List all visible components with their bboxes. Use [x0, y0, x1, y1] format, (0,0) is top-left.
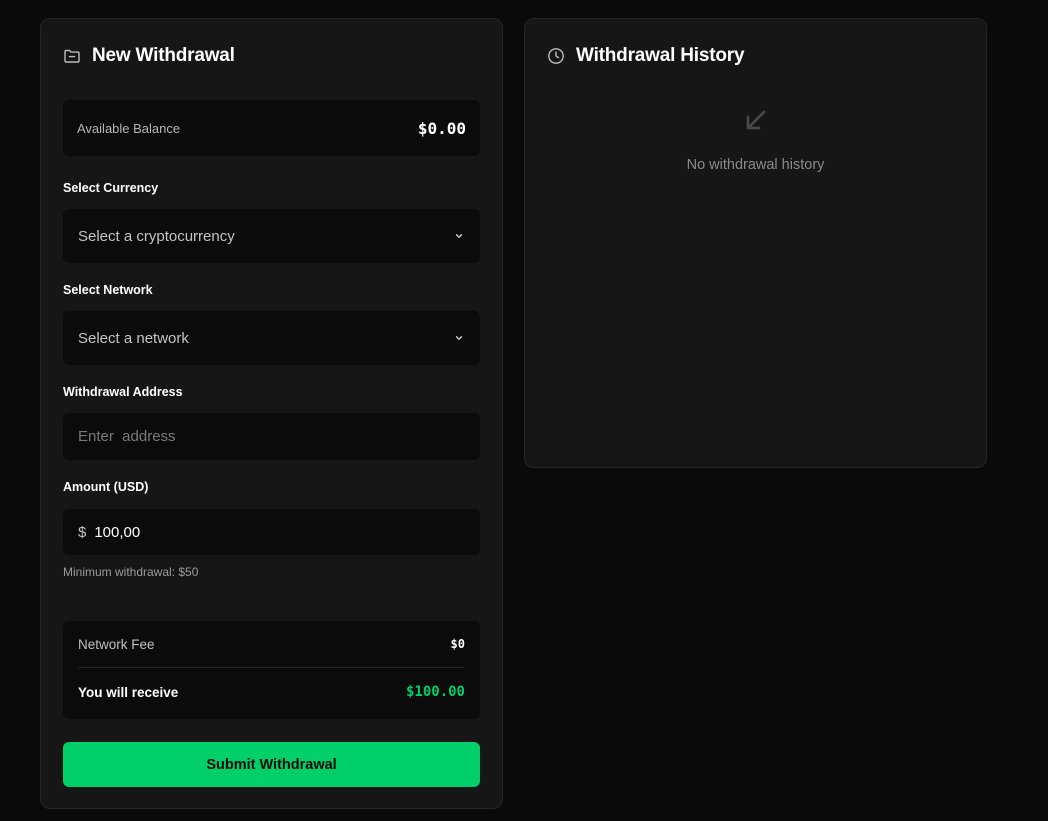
withdrawal-summary: Network Fee $0 You will receive $100.00 — [63, 621, 480, 719]
arrow-down-left-icon — [742, 107, 770, 135]
available-balance-label: Available Balance — [77, 120, 181, 136]
address-label: Withdrawal Address — [63, 385, 183, 399]
submit-withdrawal-button[interactable]: Submit Withdrawal — [63, 742, 480, 787]
chevron-down-icon — [453, 230, 465, 242]
receive-value: $100.00 — [405, 684, 465, 700]
withdraw-panel-title: New Withdrawal — [92, 45, 235, 66]
currency-label: Select Currency — [63, 181, 159, 195]
new-withdrawal-panel: New Withdrawal Available Balance $0.00 S… — [40, 18, 503, 809]
network-fee-row: Network Fee $0 — [78, 621, 465, 668]
withdrawal-history-panel: Withdrawal History No withdrawal history — [524, 18, 987, 468]
history-panel-title: Withdrawal History — [576, 45, 745, 66]
chevron-down-icon — [453, 332, 465, 344]
network-fee-value: $0 — [450, 637, 465, 651]
amount-input[interactable]: $ 100,00 — [63, 509, 480, 555]
receive-row: You will receive $100.00 — [78, 668, 465, 716]
address-field-wrapper — [63, 413, 480, 460]
withdraw-panel-header: New Withdrawal — [63, 45, 235, 67]
clock-icon — [547, 47, 565, 65]
amount-currency-symbol: $ — [78, 523, 87, 541]
receive-label: You will receive — [78, 684, 179, 700]
network-select[interactable]: Select a network — [63, 311, 480, 365]
history-empty-state: No withdrawal history — [525, 107, 986, 173]
folder-icon — [63, 47, 81, 65]
amount-label: Amount (USD) — [63, 480, 149, 494]
available-balance-value: $0.00 — [417, 118, 466, 138]
available-balance-card: Available Balance $0.00 — [63, 100, 480, 156]
network-select-value: Select a network — [78, 329, 189, 347]
amount-value[interactable]: 100,00 — [94, 524, 140, 541]
currency-select-value: Select a cryptocurrency — [78, 227, 235, 245]
network-fee-label: Network Fee — [78, 636, 155, 652]
minimum-withdrawal-hint: Minimum withdrawal: $50 — [63, 565, 199, 579]
network-label: Select Network — [63, 283, 153, 297]
withdrawal-address-input[interactable] — [78, 428, 465, 445]
currency-select[interactable]: Select a cryptocurrency — [63, 209, 480, 263]
history-empty-text: No withdrawal history — [686, 157, 825, 173]
history-panel-header: Withdrawal History — [547, 45, 745, 67]
